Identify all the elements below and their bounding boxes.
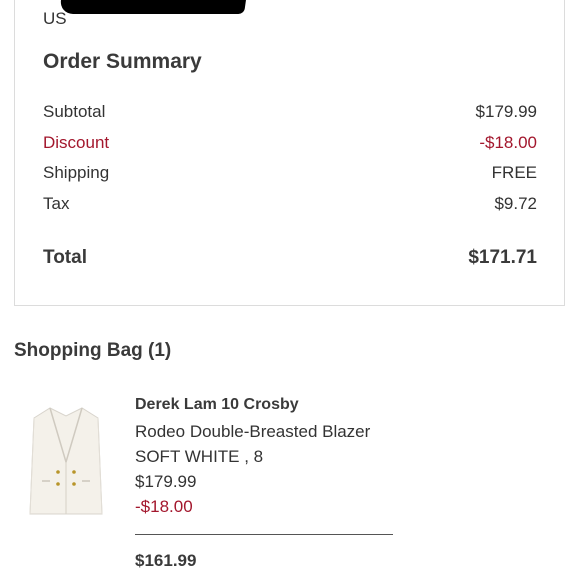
price-divider — [135, 534, 393, 535]
redacted-address-mark — [59, 0, 246, 14]
subtotal-label: Subtotal — [43, 102, 106, 121]
tax-row: Tax $9.72 — [43, 192, 537, 216]
item-final-price: $161.99 — [135, 551, 197, 570]
shipping-row: Shipping FREE — [43, 161, 537, 185]
subtotal-row: Subtotal $179.99 — [43, 100, 537, 124]
item-price: $179.99 — [135, 472, 197, 491]
discount-value: -$18.00 — [479, 133, 537, 152]
order-summary-title: Order Summary — [43, 50, 202, 73]
product-image[interactable] — [28, 402, 104, 520]
shipping-label: Shipping — [43, 163, 110, 182]
total-label: Total — [43, 247, 87, 268]
discount-label: Discount — [43, 133, 110, 152]
discount-row: Discount -$18.00 — [43, 131, 537, 155]
subtotal-value: $179.99 — [475, 102, 537, 121]
item-name[interactable]: Rodeo Double-Breasted Blazer — [135, 422, 370, 442]
item-discount: -$18.00 — [135, 497, 193, 516]
item-variant: SOFT WHITE , 8 — [135, 447, 264, 466]
tax-value: $9.72 — [494, 194, 537, 213]
address-country: US — [43, 9, 67, 28]
tax-label: Tax — [43, 194, 70, 213]
item-brand[interactable]: Derek Lam 10 Crosby — [135, 396, 299, 414]
shipping-value: FREE — [491, 163, 537, 182]
total-value: $171.71 — [468, 247, 537, 268]
total-row: Total $171.71 — [43, 246, 537, 270]
shopping-bag-title: Shopping Bag (1) — [14, 340, 172, 361]
